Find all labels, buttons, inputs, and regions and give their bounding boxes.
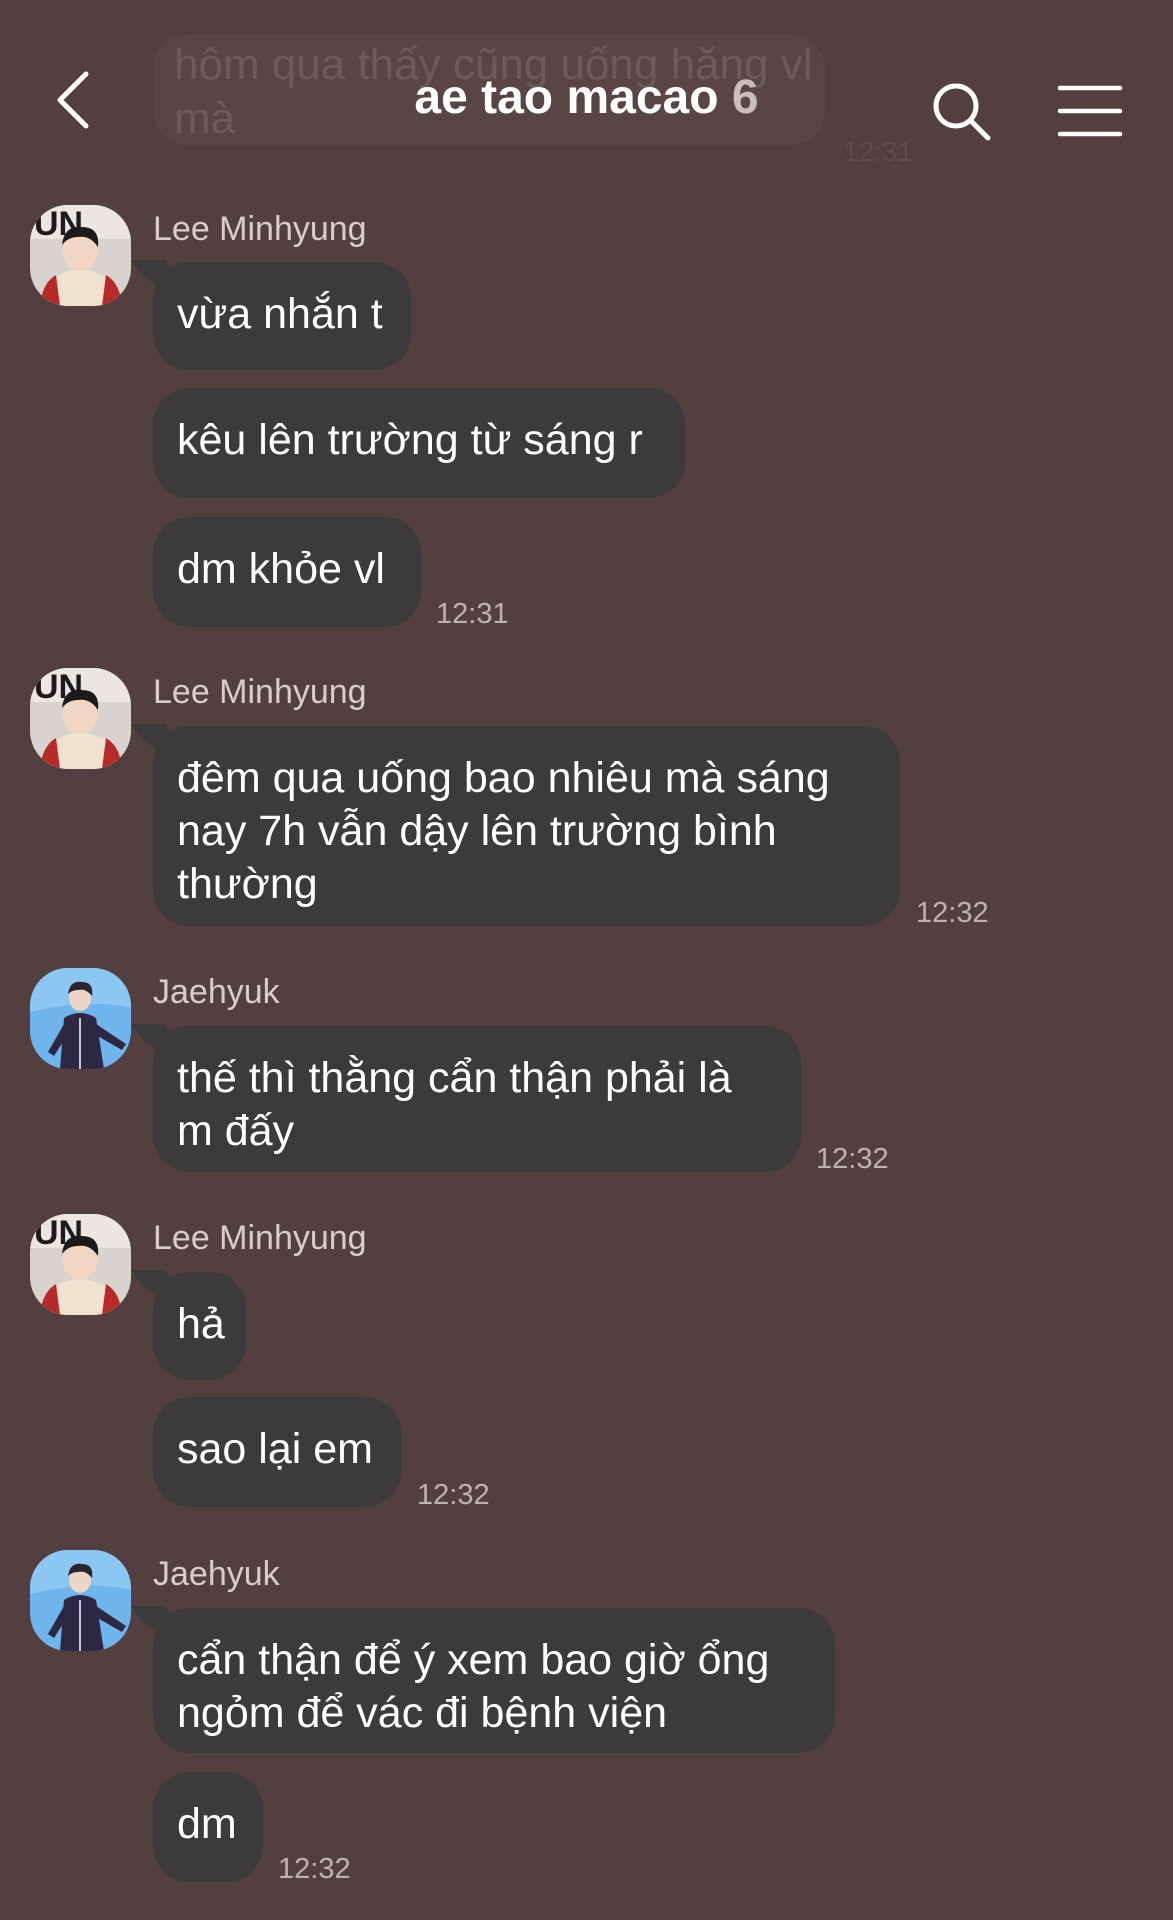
sender-name: Jaehyuk — [153, 973, 280, 1011]
chat-title: ae tao macao 6 — [300, 70, 873, 125]
avatar-lee-minhyung-image: UN — [30, 668, 131, 769]
sender-name: Jaehyuk — [153, 1555, 280, 1593]
avatar[interactable]: UN — [30, 668, 131, 769]
message-timestamp: 12:32 — [278, 1853, 351, 1885]
message-text: dm khỏe vl — [177, 545, 385, 593]
avatar[interactable] — [30, 1550, 131, 1651]
message-bubble[interactable]: thế thì thằng cẩn thận phải là m đấy — [153, 1026, 801, 1172]
message-timestamp: 12:32 — [417, 1479, 490, 1511]
search-icon — [933, 83, 991, 141]
message-text: vừa nhắn t — [177, 290, 383, 338]
avatar-jaehyuk-image — [30, 968, 131, 1069]
message-timestamp: 12:32 — [816, 1143, 889, 1175]
chevron-left-icon — [57, 71, 89, 129]
message-bubble[interactable]: dm — [153, 1772, 263, 1882]
message-bubble[interactable]: dm khỏe vl — [153, 517, 421, 627]
message-text: sao lại em — [177, 1425, 373, 1473]
message-text: kêu lên trường từ sáng r — [177, 416, 643, 464]
chat-header: ae tao macao 6 — [0, 0, 1173, 200]
message-text: cẩn thận để ý xem bao giờ ổng ngỏm để vá… — [177, 1636, 770, 1737]
search-button[interactable] — [930, 80, 994, 144]
avatar-lee-minhyung-image: UN — [30, 205, 131, 306]
message-text: hả — [177, 1300, 225, 1348]
message-bubble[interactable]: kêu lên trường từ sáng r — [153, 388, 685, 498]
avatar[interactable]: UN — [30, 205, 131, 306]
avatar-lee-minhyung-image: UN — [30, 1214, 131, 1315]
message-timestamp: 12:31 — [436, 598, 509, 630]
chat-screen: hôm qua thấy cũng uống hăng vl mà 12:31 … — [0, 0, 1173, 1920]
menu-button[interactable] — [1056, 82, 1124, 140]
message-timestamp: 12:32 — [916, 897, 989, 929]
sender-name: Lee Minhyung — [153, 1219, 367, 1257]
message-text: thế thì thằng cẩn thận phải là m đấy — [177, 1054, 732, 1155]
sender-name: Lee Minhyung — [153, 210, 367, 248]
message-text: đêm qua uống bao nhiêu mà sáng nay 7h vẫ… — [177, 754, 830, 908]
message-bubble[interactable]: đêm qua uống bao nhiêu mà sáng nay 7h vẫ… — [153, 726, 900, 926]
message-text: dm — [177, 1800, 237, 1848]
avatar[interactable]: UN — [30, 1214, 131, 1315]
message-bubble[interactable]: cẩn thận để ý xem bao giờ ổng ngỏm để vá… — [153, 1608, 835, 1753]
message-bubble[interactable]: hả — [153, 1272, 246, 1380]
message-bubble[interactable]: vừa nhắn t — [153, 262, 411, 370]
sender-name: Lee Minhyung — [153, 673, 367, 711]
message-bubble[interactable]: sao lại em — [153, 1397, 401, 1507]
back-button[interactable] — [48, 60, 108, 140]
chat-title-name: ae tao macao — [414, 71, 719, 124]
avatar[interactable] — [30, 968, 131, 1069]
hamburger-menu-icon — [1057, 85, 1123, 137]
avatar-jaehyuk-image — [30, 1550, 131, 1651]
member-count: 6 — [731, 71, 759, 124]
